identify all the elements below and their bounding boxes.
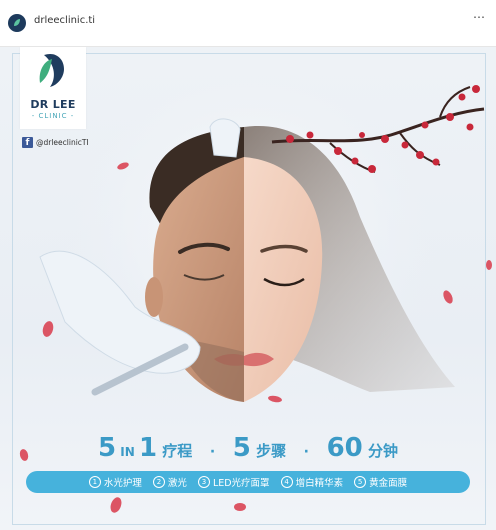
step-label: LED光疗面罩 xyxy=(212,478,270,489)
tagline-steps-num: 5 xyxy=(232,433,251,463)
step-number: 4 xyxy=(280,476,293,488)
logo-subtitle: - CLINIC - xyxy=(31,112,75,120)
step-label: 增白精华素 xyxy=(295,478,344,489)
clinic-logo: DR LEE - CLINIC - xyxy=(20,47,86,129)
step-label: 激光 xyxy=(167,478,187,489)
promo-tagline: 5 IN 1 疗程 · 5 步骤 · 60 分钟 xyxy=(0,433,496,463)
tagline-minutes-num: 60 xyxy=(326,433,363,463)
step-number: 2 xyxy=(152,476,165,488)
step-item: 1 水光护理 xyxy=(88,475,142,489)
step-label: 水光护理 xyxy=(103,478,142,489)
step-item: 4 增白精华素 xyxy=(280,475,344,489)
more-options-icon[interactable]: ⋯ xyxy=(473,10,486,24)
face-leaf-logo-icon xyxy=(39,53,64,87)
step-item: 5 黄金面膜 xyxy=(354,475,407,489)
step-number: 5 xyxy=(354,476,367,488)
leaf-logo-icon xyxy=(14,19,20,26)
profile-avatar[interactable] xyxy=(8,14,26,32)
profile-username[interactable]: drleeclinic.ti xyxy=(34,15,95,26)
tagline-num-1: 1 xyxy=(138,433,158,463)
tagline-separator: · xyxy=(303,444,309,460)
tagline-in: IN xyxy=(116,445,139,459)
post-image[interactable]: DR LEE - CLINIC - f @drleeclinicTI 5 IN … xyxy=(0,47,496,530)
post-header: drleeclinic.ti ⋯ xyxy=(0,0,496,47)
steps-bar: 1 水光护理 2 激光 3 LED光疗面罩 4 增白精华素 5 黄金面膜 xyxy=(26,471,470,493)
step-label: 黄金面膜 xyxy=(369,478,408,489)
tagline-num-5: 5 xyxy=(97,433,117,463)
tagline-course: 疗程 xyxy=(157,442,193,460)
step-item: 3 LED光疗面罩 xyxy=(197,475,270,489)
facebook-handle: @drleeclinicTI xyxy=(36,138,89,147)
tagline-separator: · xyxy=(209,444,216,460)
tagline-minutes: 分钟 xyxy=(362,442,398,460)
facebook-handle-row: f @drleeclinicTI xyxy=(22,137,89,148)
step-item: 2 激光 xyxy=(152,475,187,489)
facebook-icon: f xyxy=(22,137,33,148)
logo-name: DR LEE xyxy=(30,98,76,111)
tagline-steps: 步骤 xyxy=(250,442,287,460)
step-number: 1 xyxy=(88,476,101,488)
step-number: 3 xyxy=(197,476,210,488)
